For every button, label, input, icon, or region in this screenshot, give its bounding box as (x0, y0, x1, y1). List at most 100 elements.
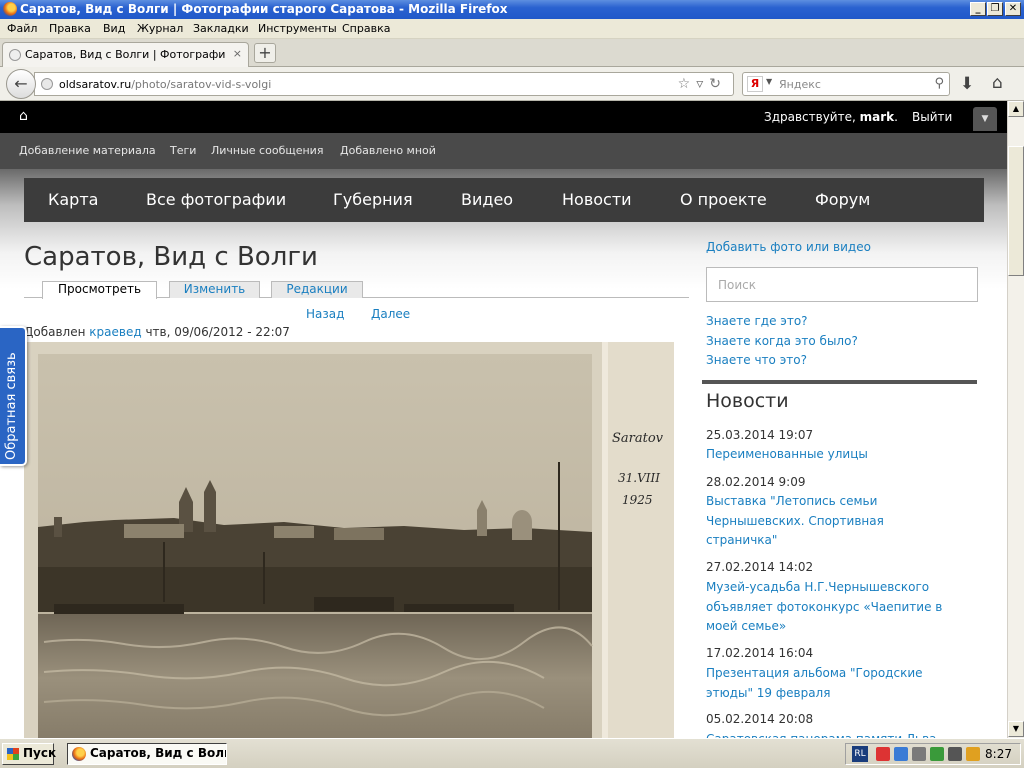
menu-edit[interactable]: Правка (49, 22, 91, 35)
submitted-info: Добавлен краевед чтв, 09/06/2012 - 22:07 (24, 325, 290, 339)
sidebar-search-placeholder: Поиск (718, 278, 757, 292)
browser-tab[interactable]: Саратов, Вид с Волги | Фотографии старо.… (2, 42, 249, 67)
minimize-button[interactable]: _ (970, 2, 986, 16)
search-icon[interactable]: ⚲ (934, 76, 944, 91)
menu-about[interactable]: О проекте (680, 190, 767, 209)
site-home-icon[interactable]: ⌂ (19, 108, 28, 124)
added-date: чтв, 09/06/2012 - 22:07 (141, 325, 290, 339)
messages-link[interactable]: Личные сообщения (211, 144, 323, 157)
new-tab-button[interactable]: + (254, 43, 276, 63)
username[interactable]: mark (860, 110, 895, 124)
tray-user-icon[interactable] (966, 747, 980, 761)
news-link[interactable]: Музей-усадьба Н.Г.Чернышевского объявляе… (706, 578, 971, 637)
history-dropdown-icon[interactable]: ▿ (696, 76, 709, 92)
taskbar-task-label: Саратов, Вид с Волги... (90, 746, 226, 760)
taskbar: Пуск Саратов, Вид с Волги... RL 8:27 (0, 738, 1024, 768)
tray-security-icon[interactable] (876, 747, 890, 761)
added-by-me-link[interactable]: Добавлено мной (340, 144, 436, 157)
home-icon[interactable]: ⌂ (992, 73, 1003, 93)
scroll-thumb[interactable] (1008, 146, 1024, 276)
tags-link[interactable]: Теги (170, 144, 196, 157)
menu-view[interactable]: Вид (103, 22, 125, 35)
tray-network-icon[interactable] (894, 747, 908, 761)
menu-help[interactable]: Справка (342, 22, 390, 35)
page-icon (9, 49, 21, 61)
know-what-link[interactable]: Знаете что это? (706, 353, 807, 367)
know-when-link[interactable]: Знаете когда это было? (706, 334, 858, 348)
url-bar[interactable]: oldsaratov.ru/photo/saratov-vid-s-volgi … (34, 72, 734, 96)
url-text[interactable]: oldsaratov.ru/photo/saratov-vid-s-volgi (59, 78, 271, 91)
scroll-down-icon[interactable]: ▼ (1008, 721, 1024, 737)
sidebar-search-input[interactable]: Поиск (706, 267, 978, 302)
news-link[interactable]: Саратовская панорама памяти Льва (706, 730, 971, 738)
page-viewport: ⌂ Здравствуйте, mark. Выйти ▼ Добавление… (0, 101, 1007, 738)
menu-video[interactable]: Видео (461, 190, 513, 209)
news-link[interactable]: Презентация альбома "Городские этюды" 19… (706, 664, 951, 703)
prev-link[interactable]: Назад (306, 307, 344, 321)
scroll-up-icon[interactable]: ▲ (1008, 101, 1024, 117)
yandex-icon[interactable]: Я (747, 76, 763, 92)
search-engine-dropdown-icon[interactable]: ▼ (766, 77, 772, 86)
add-photo-video-link[interactable]: Добавить фото или видео (706, 240, 871, 254)
firefox-icon (72, 747, 86, 761)
menu-forum[interactable]: Форум (815, 190, 870, 209)
page-title: Саратов, Вид с Волги (24, 242, 318, 272)
download-icon[interactable]: ⬇ (960, 74, 974, 94)
system-tray: RL 8:27 (845, 743, 1021, 765)
next-link[interactable]: Далее (371, 307, 410, 321)
tray-device-icon[interactable] (948, 747, 962, 761)
photo-inscription-city: Saratov (612, 431, 664, 446)
add-material-link[interactable]: Добавление материала (19, 144, 156, 157)
navigation-bar: oldsaratov.ru/photo/saratov-vid-s-volgi … (0, 67, 1024, 101)
news-date: 05.02.2014 20:08 (706, 712, 814, 726)
tab-edit[interactable]: Изменить (169, 281, 260, 298)
news-link[interactable]: Выставка "Летопись семьи Чернышевских. С… (706, 492, 916, 551)
greeting-prefix: Здравствуйте, (764, 110, 860, 124)
volga-photo-image: Saratov 31.VIII 1925 (24, 342, 674, 738)
tray-update-icon[interactable] (930, 747, 944, 761)
language-indicator[interactable]: RL (852, 746, 868, 762)
menu-bookmarks[interactable]: Закладки (193, 22, 249, 35)
tab-close-icon[interactable]: × (233, 47, 242, 60)
back-arrow-icon: ← (14, 74, 28, 93)
logout-link[interactable]: Выйти (912, 110, 952, 124)
news-date: 28.02.2014 9:09 (706, 475, 806, 489)
maximize-button[interactable]: ❐ (987, 2, 1003, 16)
reload-icon[interactable]: ↻ (709, 76, 727, 92)
added-label: Добавлен (24, 325, 90, 339)
menu-file[interactable]: Файл (7, 22, 37, 35)
greeting: Здравствуйте, mark. (764, 110, 898, 124)
photo-inscription-year: 1925 (622, 493, 653, 507)
main-menu: Карта Все фотографии Губерния Видео Ново… (24, 178, 984, 222)
tab-revisions[interactable]: Редакции (271, 281, 363, 298)
main-photo[interactable]: Saratov 31.VIII 1925 (24, 342, 674, 738)
menu-gubernia[interactable]: Губерния (333, 190, 413, 209)
menu-history[interactable]: Журнал (137, 22, 183, 35)
menu-map[interactable]: Карта (48, 190, 98, 209)
feedback-label: Обратная связь (4, 352, 19, 460)
feedback-tab[interactable]: Обратная связь (0, 326, 27, 466)
close-button[interactable]: ✕ (1005, 2, 1021, 16)
back-button[interactable]: ← (6, 69, 36, 99)
window-titlebar: Саратов, Вид с Волги | Фотографии старог… (0, 0, 1024, 19)
search-bar[interactable]: Я ▼ Яндекс ⚲ (742, 72, 950, 96)
menu-tools[interactable]: Инструменты (258, 22, 337, 35)
sidebar-divider (702, 380, 977, 384)
tray-volume-icon[interactable] (912, 747, 926, 761)
author-link[interactable]: краевед (89, 325, 141, 339)
menu-all-photos[interactable]: Все фотографии (146, 190, 286, 209)
know-where-link[interactable]: Знаете где это? (706, 314, 808, 328)
tab-view[interactable]: Просмотреть (42, 281, 157, 299)
news-date: 17.02.2014 16:04 (706, 646, 814, 660)
clock: 8:27 (985, 747, 1012, 761)
news-date: 25.03.2014 19:07 (706, 428, 814, 442)
news-link[interactable]: Переименованные улицы (706, 445, 971, 465)
menu-news[interactable]: Новости (562, 190, 632, 209)
taskbar-firefox-button[interactable]: Саратов, Вид с Волги... (67, 743, 227, 765)
user-dropdown-icon[interactable]: ▼ (973, 107, 997, 131)
url-host: oldsaratov.ru (59, 78, 132, 91)
start-button[interactable]: Пуск (2, 743, 56, 765)
news-heading: Новости (706, 390, 789, 412)
bookmark-star-icon[interactable]: ☆ (678, 76, 697, 92)
vertical-scrollbar[interactable]: ▲ ▼ (1007, 101, 1024, 738)
